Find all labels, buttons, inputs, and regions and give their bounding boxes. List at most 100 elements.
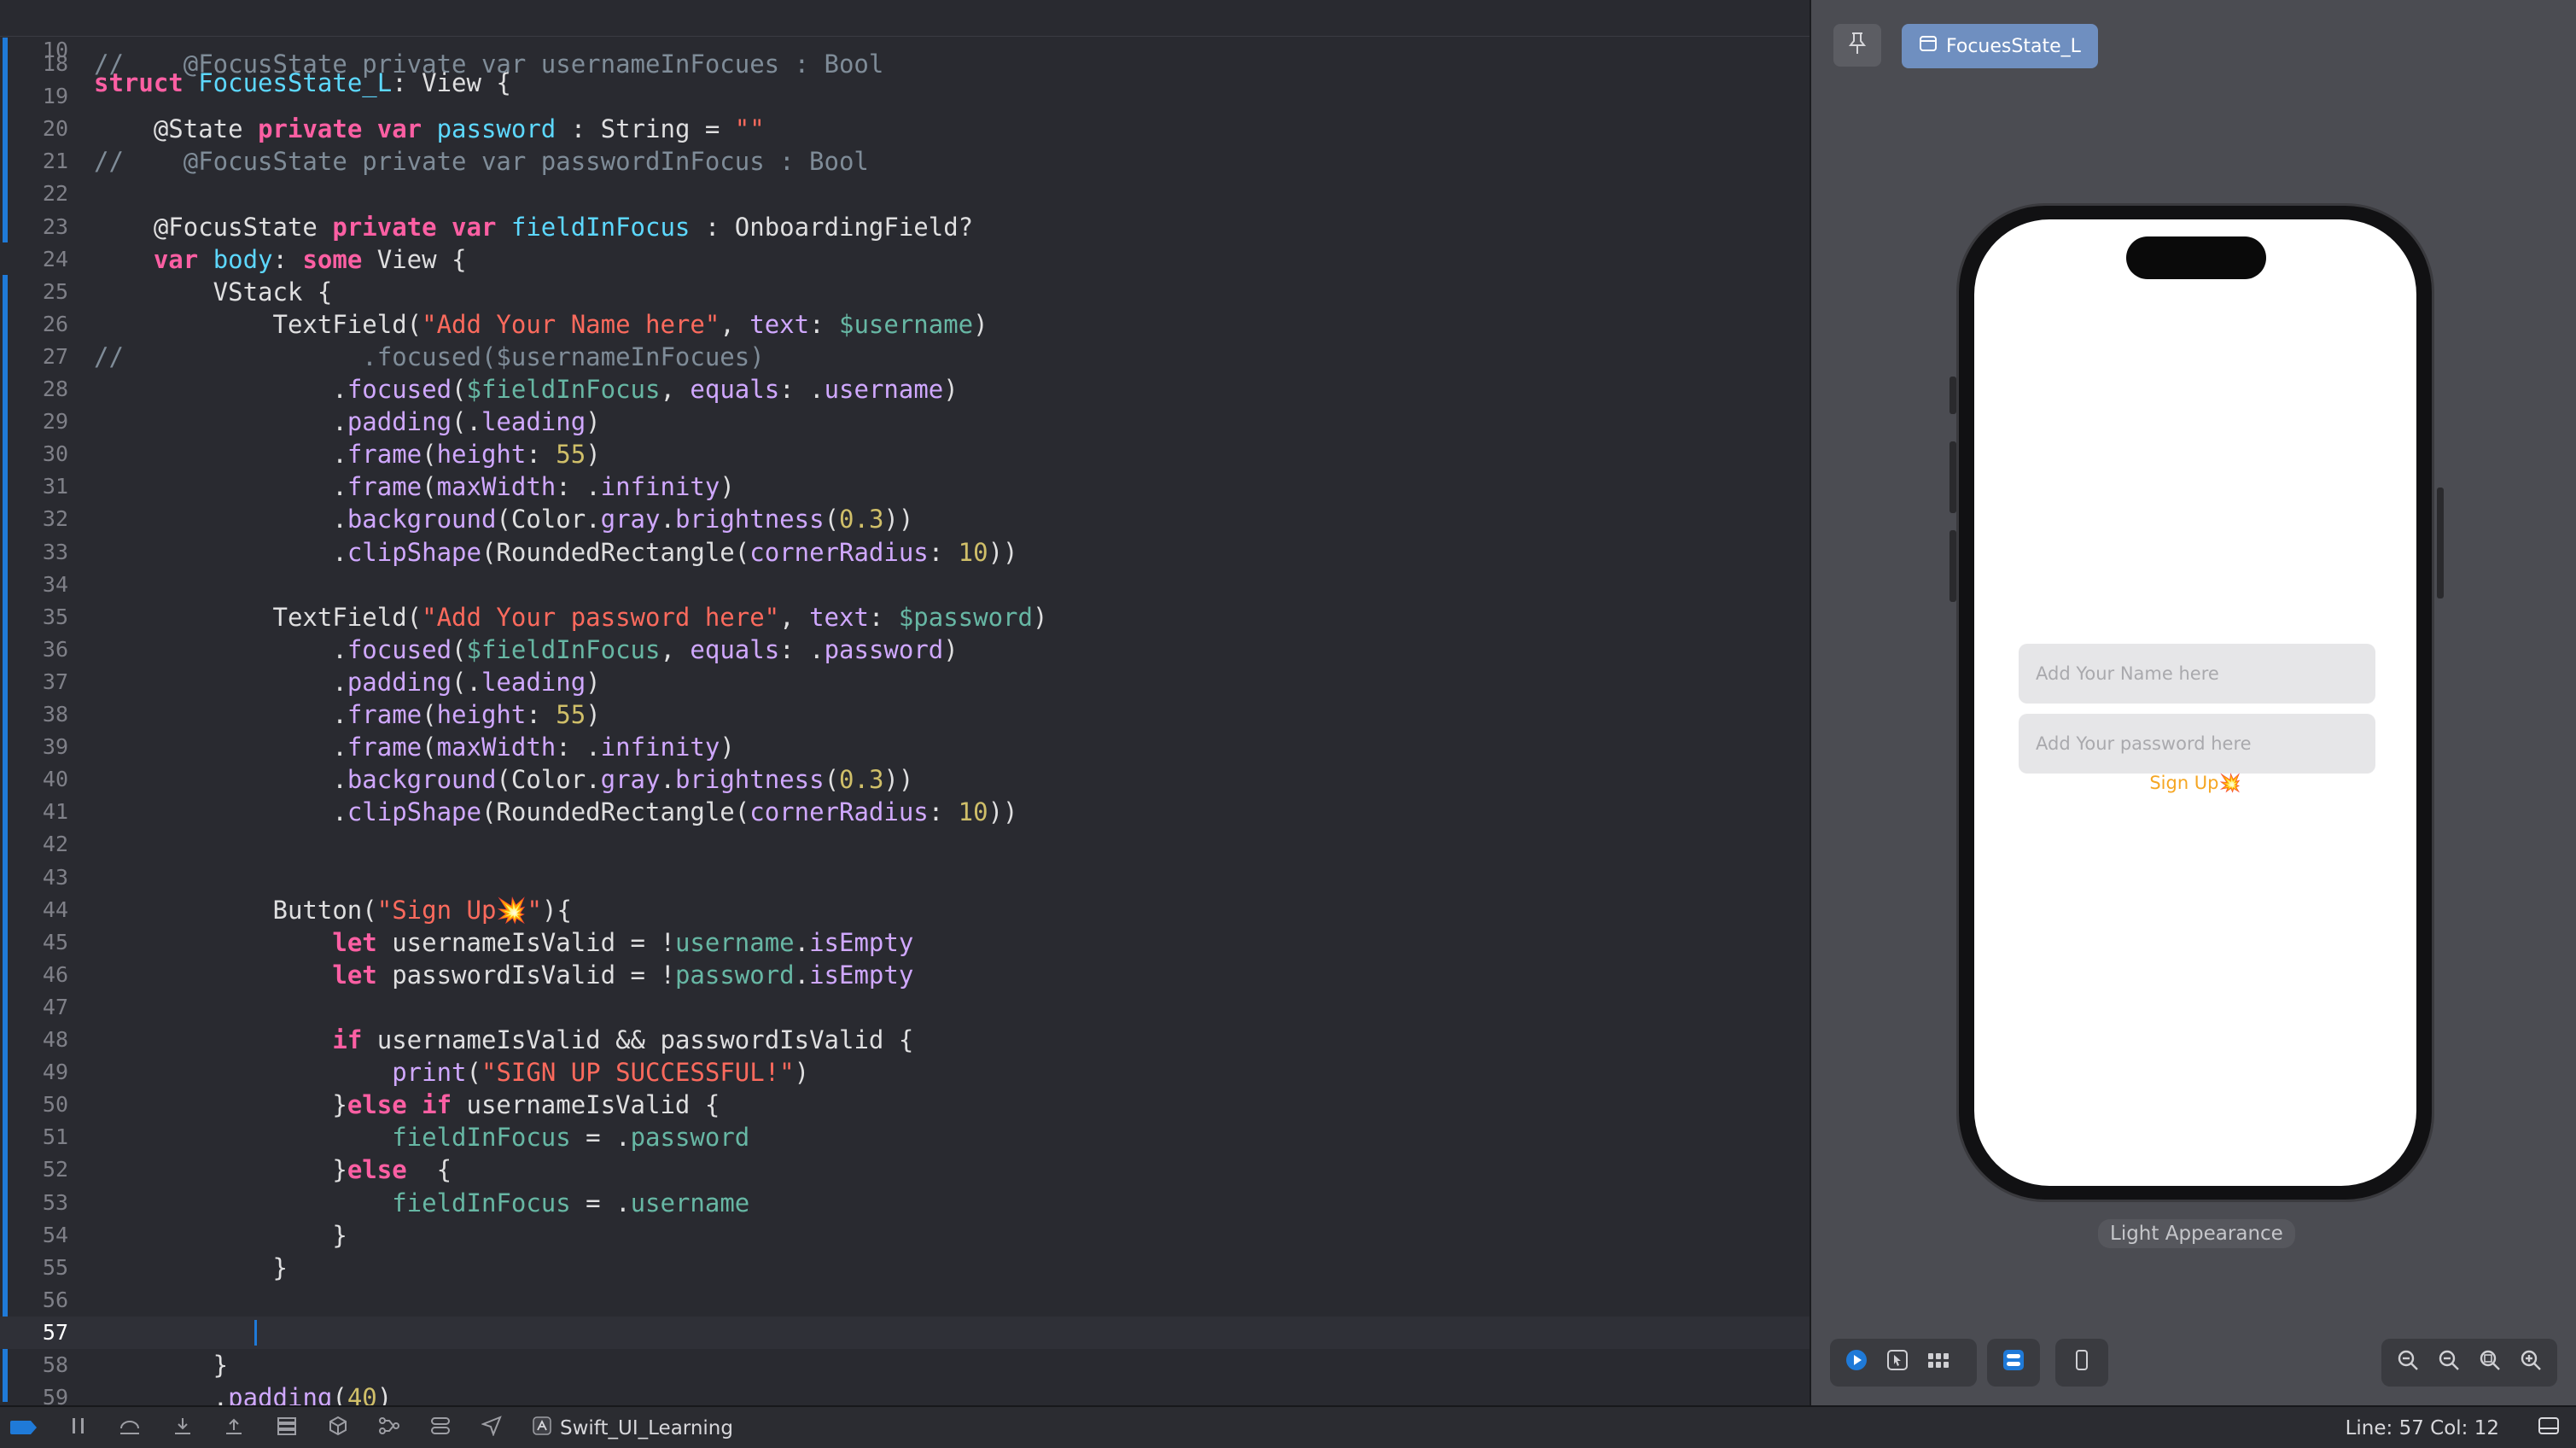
zoom-in-button[interactable]	[2513, 1345, 2549, 1381]
name-text-field[interactable]: Add Your Name here	[2019, 644, 2375, 704]
code-line[interactable]: 29 .padding(.leading)	[0, 406, 1810, 438]
code-line[interactable]: 31 .frame(maxWidth: .infinity)	[0, 470, 1810, 503]
code-token: brightness	[674, 505, 825, 534]
code-token: )	[586, 700, 601, 729]
code-token: .	[94, 375, 347, 404]
scheme-selector[interactable]: Swift_UI_Learning	[533, 1416, 733, 1441]
line-number: 59	[42, 1385, 68, 1405]
password-text-field[interactable]: Add Your password here	[2019, 714, 2375, 774]
code-token: )	[586, 667, 601, 697]
code-line[interactable]: 45 let usernameIsValid = !username.isEmp…	[0, 926, 1810, 959]
code-line[interactable]: 47	[0, 991, 1810, 1024]
pin-button[interactable]	[1833, 24, 1881, 67]
code-line[interactable]: 55 }	[0, 1252, 1810, 1284]
code-line[interactable]: 48 if usernameIsValid && passwordIsValid…	[0, 1024, 1810, 1056]
pause-button[interactable]	[61, 1414, 96, 1443]
code-token: .	[794, 960, 810, 990]
code-line[interactable]: 40 .background(Color.gray.brightness(0.3…	[0, 763, 1810, 796]
code-token: // @FocusState private var passwordInFoc…	[94, 147, 869, 177]
code-text: .background(Color.gray.brightness(0.3))	[94, 503, 913, 535]
step-out-button[interactable]	[217, 1414, 251, 1443]
zoom-fit-button[interactable]	[2472, 1345, 2508, 1381]
line-number: 42	[42, 832, 68, 857]
live-preview-button[interactable]	[1839, 1345, 1874, 1381]
code-line[interactable]: 21 // @FocusState private var passwordInF…	[0, 145, 1810, 178]
code-line[interactable]: 37 .padding(.leading)	[0, 666, 1810, 698]
simulate-location-button[interactable]	[423, 1414, 458, 1443]
environment-overrides-button[interactable]	[372, 1414, 406, 1443]
code-line[interactable]: 36 .focused($fieldInFocus, equals: .pass…	[0, 634, 1810, 666]
code-line[interactable]: 44 Button("Sign Up💥"){	[0, 894, 1810, 926]
code-line[interactable]: 23 @FocusState private var fieldInFocus …	[0, 211, 1810, 243]
code-token: frame	[347, 733, 423, 762]
code-text: .padding(.leading)	[94, 666, 601, 698]
code-line[interactable]: 50 }else if usernameIsValid {	[0, 1089, 1810, 1121]
code-line[interactable]: 42	[0, 828, 1810, 861]
appearance-label[interactable]: Light Appearance	[2098, 1219, 2295, 1248]
code-line[interactable]: 25 VStack {	[0, 276, 1810, 308]
code-line[interactable]: 35 TextField("Add Your password here", t…	[0, 601, 1810, 634]
code-line[interactable]: 34	[0, 569, 1810, 601]
code-line[interactable]: 39 .frame(maxWidth: .infinity)	[0, 731, 1810, 763]
code-token: .	[94, 733, 347, 762]
code-text: let passwordIsValid = !password.isEmpty	[94, 959, 913, 991]
device-side-button	[1949, 530, 1956, 602]
device-settings-button[interactable]	[1996, 1345, 2031, 1381]
code-token: 55	[556, 700, 586, 729]
code-line[interactable]: 43	[0, 861, 1810, 894]
code-token: (	[422, 472, 437, 502]
code-line[interactable]: 54 }	[0, 1219, 1810, 1252]
code-line[interactable]: 32 .background(Color.gray.brightness(0.3…	[0, 503, 1810, 535]
code-line[interactable]: 20 @State private var password : String …	[0, 113, 1810, 145]
code-line[interactable]: 49 print("SIGN UP SUCCESSFUL!")	[0, 1056, 1810, 1089]
code-token: padding	[347, 407, 452, 437]
iphone-device-frame: Add Your Name here Add Your password her…	[1949, 203, 2444, 1202]
code-text: }	[94, 1219, 347, 1252]
code-line[interactable]: 26 TextField("Add Your Name here", text:…	[0, 308, 1810, 341]
code-line[interactable]: 38 .frame(height: 55)	[0, 698, 1810, 731]
toggle-debug-area-button[interactable]	[2532, 1414, 2566, 1443]
device-picker-button[interactable]	[2064, 1345, 2100, 1381]
code-token: :	[272, 244, 303, 274]
branch-icon	[378, 1416, 400, 1440]
code-token: if	[332, 1025, 377, 1054]
code-line[interactable]: 46 let passwordIsValid = !password.isEmp…	[0, 959, 1810, 991]
sign-up-button[interactable]: Sign Up💥	[1974, 773, 2416, 794]
code-text: var body: some View {	[94, 243, 467, 276]
code-line[interactable]: 59 .padding(40)	[0, 1381, 1810, 1405]
breakpoints-toggle[interactable]	[7, 1414, 41, 1443]
code-line[interactable]: 56	[0, 1284, 1810, 1317]
code-line[interactable]: 33 .clipShape(RoundedRectangle(cornerRad…	[0, 536, 1810, 569]
code-line[interactable]: 27 // .focused($usernameInFocues)	[0, 341, 1810, 373]
current-code-line[interactable]: 57	[0, 1316, 1810, 1349]
code-text: fieldInFocus = .password	[94, 1121, 749, 1153]
code-editor[interactable]: 10 struct FocuesState_L: View { 18// @Fo…	[0, 0, 1810, 1405]
debug-view-hierarchy-button[interactable]	[270, 1414, 304, 1443]
sticky-scope-header[interactable]: 10 struct FocuesState_L: View {	[0, 0, 1810, 97]
selectable-mode-button[interactable]	[1880, 1345, 1915, 1381]
code-line[interactable]: 28 .focused($fieldInFocus, equals: .user…	[0, 373, 1810, 406]
code-line[interactable]: 22	[0, 178, 1810, 210]
device-side-button	[1949, 377, 1956, 414]
code-token: username	[674, 927, 795, 957]
preview-tab[interactable]: FocuesState_L	[1902, 24, 2098, 68]
code-text: let usernameIsValid = !username.isEmpty	[94, 926, 913, 959]
memory-graph-button[interactable]	[321, 1414, 355, 1443]
code-token: ,	[660, 634, 691, 664]
code-line[interactable]: 30 .frame(height: 55)	[0, 438, 1810, 470]
code-line[interactable]: 24 var body: some View {	[0, 243, 1810, 276]
code-text: .padding(.leading)	[94, 406, 600, 438]
code-line[interactable]: 52 }else {	[0, 1153, 1810, 1186]
step-into-button[interactable]	[166, 1414, 200, 1443]
code-line[interactable]: 51 fieldInFocus = .password	[0, 1121, 1810, 1153]
variants-button[interactable]	[1920, 1345, 1956, 1381]
step-over-button[interactable]	[113, 1414, 147, 1443]
zoom-out-button[interactable]	[2390, 1345, 2426, 1381]
code-line[interactable]: 53 fieldInFocus = .username	[0, 1187, 1810, 1219]
code-line[interactable]: 41 .clipShape(RoundedRectangle(cornerRad…	[0, 796, 1810, 828]
zoom-actual-button[interactable]	[2431, 1345, 2467, 1381]
code-line[interactable]: 58 }	[0, 1349, 1810, 1381]
code-token: )	[943, 634, 959, 664]
code-token: @FocusState	[94, 212, 333, 242]
location-button[interactable]	[475, 1414, 509, 1443]
